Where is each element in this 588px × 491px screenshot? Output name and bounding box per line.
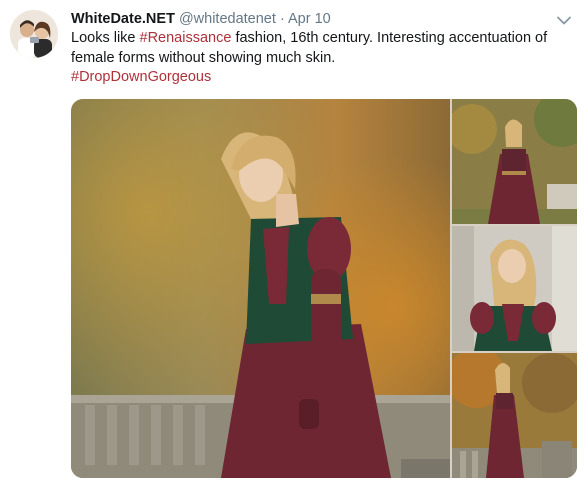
more-options-caret[interactable]	[552, 10, 576, 30]
tweet[interactable]: WhiteDate.NET @whitedatenet · Apr 10 Loo…	[0, 0, 588, 491]
woman-full-dress-garden-photo	[452, 99, 577, 224]
chevron-down-icon	[557, 16, 571, 24]
woman-portrait-columns-photo	[452, 226, 577, 351]
woman-renaissance-dress-photo	[71, 99, 450, 478]
woman-dress-autumn-trees-photo	[452, 353, 577, 478]
avatar[interactable]	[10, 10, 58, 58]
thumbnail-photo-2[interactable]	[452, 226, 577, 351]
separator-dot: ·	[279, 11, 285, 27]
thumbnail-photo-1[interactable]	[452, 99, 577, 224]
avatar-image	[10, 10, 58, 58]
thumbnail-photo-3[interactable]	[452, 353, 577, 478]
tweet-timestamp[interactable]: Apr 10	[288, 11, 331, 27]
display-name[interactable]: WhiteDate.NET	[71, 11, 175, 27]
tweet-header: WhiteDate.NET @whitedatenet · Apr 10	[71, 9, 331, 29]
tweet-text: Looks like #Renaissance fashion, 16th ce…	[71, 29, 571, 88]
hashtag-renaissance[interactable]: #Renaissance	[140, 30, 232, 46]
tweet-text-intro: Looks like	[71, 30, 140, 46]
user-handle[interactable]: @whitedatenet	[179, 11, 276, 27]
hashtag-dropdowngorgeous[interactable]: #DropDownGorgeous	[71, 69, 211, 85]
main-photo[interactable]	[71, 99, 450, 478]
media-grid	[71, 99, 577, 478]
